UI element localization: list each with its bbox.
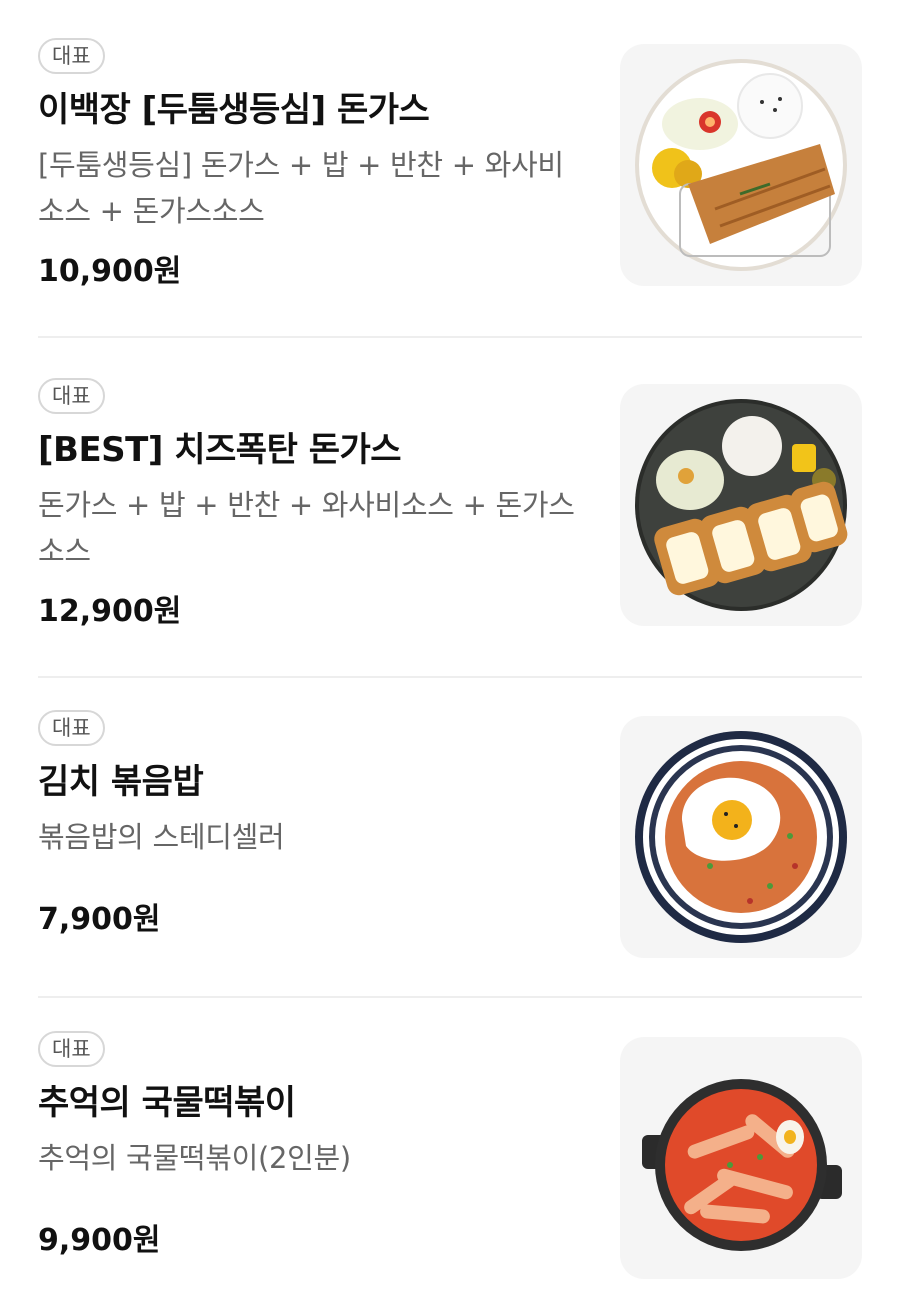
menu-item-price: 7,900원 [38, 902, 161, 937]
menu-item[interactable]: 대표 이백장 [두툼생등심] 돈가스 [두툼생등심] 돈가스 + 밥 + 반찬 … [38, 38, 862, 308]
kimchi-fried-rice-image [620, 716, 862, 958]
menu-item[interactable]: 대표 김치 볶음밥 볶음밥의 스테디셀러 7,900원 [38, 710, 862, 960]
cheese-cutlet-plate-image [620, 384, 862, 626]
menu-item-price: 9,900원 [38, 1223, 161, 1258]
menu-item-price: 10,900원 [38, 254, 182, 289]
menu-item-description: [두툼생등심] 돈가스 + 밥 + 반찬 + 와사비소스 + 돈가스소스 [38, 148, 564, 228]
divider [38, 996, 862, 998]
representative-badge: 대표 [38, 1031, 105, 1067]
representative-badge: 대표 [38, 710, 105, 746]
menu-item-name: 이백장 [두툼생등심] 돈가스 [38, 90, 430, 130]
tteokbokki-pot-image [620, 1037, 862, 1279]
menu-item-description: 볶음밥의 스테디셀러 [38, 820, 285, 854]
menu-item[interactable]: 대표 추억의 국물떡볶이 추억의 국물떡볶이(2인분) 9,900원 [38, 1031, 862, 1281]
menu-item-name: 추억의 국물떡볶이 [38, 1083, 296, 1123]
divider [38, 336, 862, 338]
menu-item-description: 돈가스 + 밥 + 반찬 + 와사비소스 + 돈가스소스 [38, 488, 575, 568]
divider [38, 676, 862, 678]
menu-item-description: 추억의 국물떡볶이(2인분) [38, 1141, 351, 1175]
menu-item-price: 12,900원 [38, 594, 182, 629]
menu-item-name: [BEST] 치즈폭탄 돈가스 [38, 430, 402, 470]
representative-badge: 대표 [38, 38, 105, 74]
menu-item[interactable]: 대표 [BEST] 치즈폭탄 돈가스 돈가스 + 밥 + 반찬 + 와사비소스 … [38, 378, 862, 648]
pork-cutlet-plate-image [620, 44, 862, 286]
representative-badge: 대표 [38, 378, 105, 414]
menu-item-name: 김치 볶음밥 [38, 762, 204, 802]
